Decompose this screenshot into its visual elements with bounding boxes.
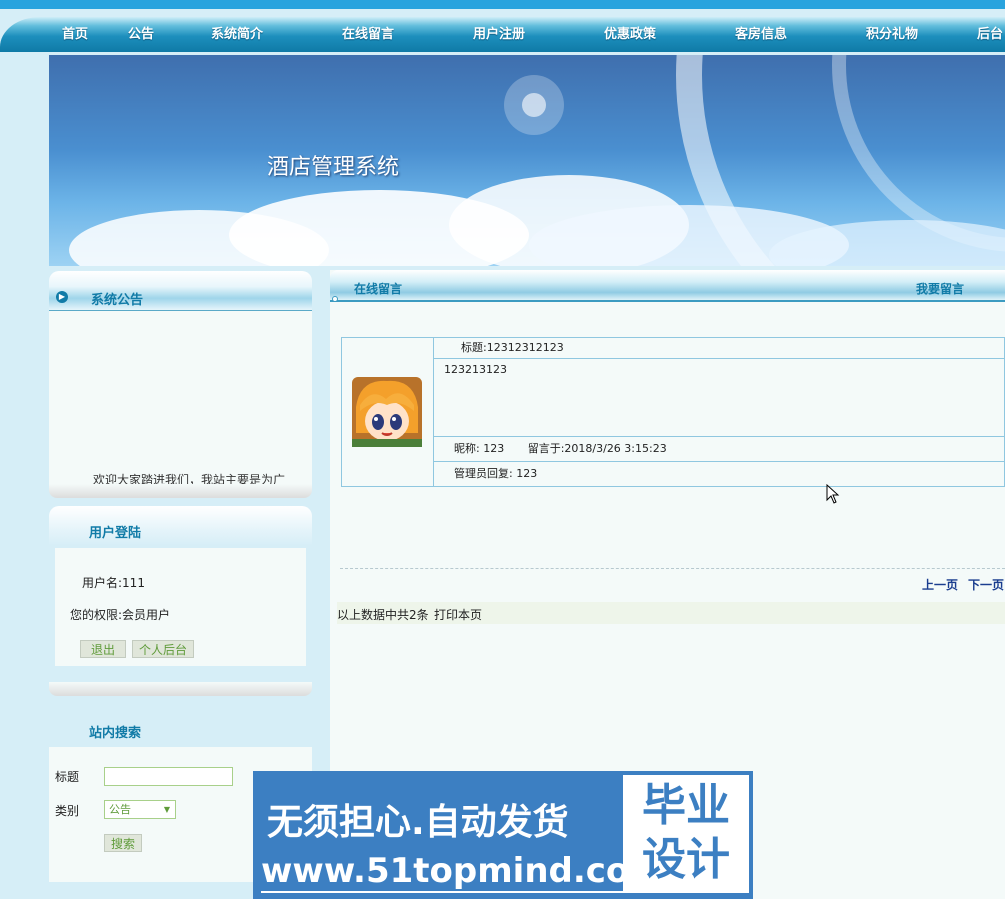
watermark-badge: 毕业 设计 <box>623 775 749 893</box>
nav-home[interactable]: 首页 <box>62 17 88 52</box>
main-nav: 首页 公告 系统简介 在线留言 用户注册 优惠政策 客房信息 积分礼物 后台 <box>0 17 1005 52</box>
arrow-circle-icon: ▶ <box>56 291 68 303</box>
watermark-slogan: 无须担心.自动发货 <box>267 802 569 843</box>
message-content: 123213123 <box>434 359 1004 437</box>
nav-gifts[interactable]: 积分礼物 <box>866 17 918 52</box>
message-entry: 标题:12312312123 123213123 昵称: 123 留言于:201… <box>341 337 1005 487</box>
avatar <box>352 377 422 447</box>
backend-button[interactable]: 个人后台 <box>132 640 194 658</box>
search-category-label: 类别 <box>55 804 80 818</box>
nav-promotions[interactable]: 优惠政策 <box>604 17 656 52</box>
watermark-badge-line2: 设计 <box>642 834 730 885</box>
notice-marquee: 欢迎大家踏进我们，我站主要是为广 <box>93 473 286 485</box>
nav-about[interactable]: 系统简介 <box>211 17 263 52</box>
header-banner: 酒店管理系统 <box>49 55 1005 266</box>
header-dot-icon <box>332 296 338 302</box>
username-line: 用户名:111 <box>82 576 145 590</box>
nav-admin[interactable]: 后台 <box>977 17 1003 52</box>
site-title: 酒店管理系统 <box>267 155 400 180</box>
login-panel-body: 用户名:111 您的权限:会员用户 退出 个人后台 <box>55 548 306 666</box>
login-panel-header: 用户登陆 <box>49 506 312 546</box>
message-time: 留言于:2018/3/26 3:15:23 <box>527 442 667 455</box>
notice-panel-header: ▶ 系统公告 <box>49 271 312 311</box>
nav-rooms[interactable]: 客房信息 <box>735 17 787 52</box>
admin-reply: 管理员回复: 123 <box>454 467 538 480</box>
guestbook-header: 在线留言 我要留言 <box>330 270 1005 302</box>
record-count: 以上数据中共2条 <box>337 608 429 622</box>
content-divider <box>340 568 1005 569</box>
guestbook-title: 在线留言 <box>354 282 403 296</box>
category-selected-value: 公告 <box>109 803 131 816</box>
watermark-overlay: 无须担心.自动发货 www.51topmind.com 毕业 设计 <box>253 771 753 899</box>
prev-page-link[interactable]: 上一页 <box>922 576 958 593</box>
login-panel-title: 用户登陆 <box>89 526 142 541</box>
top-color-strip <box>0 0 1005 9</box>
category-select[interactable]: 公告 ▼ <box>104 800 176 819</box>
notice-panel-body: 欢迎大家踏进我们，我站主要是为广 <box>49 311 312 486</box>
search-title-input[interactable] <box>104 767 233 786</box>
notice-panel-title: 系统公告 <box>91 293 144 308</box>
print-page-link[interactable]: 打印本页 <box>434 606 482 623</box>
search-panel-title: 站内搜索 <box>89 726 142 741</box>
login-panel-footer <box>49 682 312 696</box>
role-line: 您的权限:会员用户 <box>70 608 171 622</box>
dropdown-arrow-icon: ▼ <box>163 805 170 814</box>
message-meta: 昵称: 123 留言于:2018/3/26 3:15:23 <box>434 437 1004 462</box>
notice-panel-footer <box>49 484 312 498</box>
summary-bar: 以上数据中共2条 打印本页 <box>337 602 1005 624</box>
banner-sky-art <box>69 55 1005 266</box>
avatar-cell <box>342 338 434 486</box>
nav-notice[interactable]: 公告 <box>128 17 154 52</box>
nav-register[interactable]: 用户注册 <box>473 17 525 52</box>
watermark-badge-line1: 毕业 <box>642 780 730 831</box>
watermark-url: www.51topmind.com <box>261 851 665 893</box>
search-button[interactable]: 搜索 <box>104 834 142 852</box>
message-subject: 标题:12312312123 <box>434 338 1004 359</box>
mouse-cursor-icon <box>826 484 840 504</box>
write-message-link[interactable]: 我要留言 <box>916 280 964 297</box>
logout-button[interactable]: 退出 <box>80 640 126 658</box>
nav-guestbook[interactable]: 在线留言 <box>342 17 394 52</box>
next-page-link[interactable]: 下一页 <box>968 576 1004 593</box>
message-nickname: 昵称: 123 <box>454 442 505 455</box>
search-title-label: 标题 <box>55 770 80 784</box>
